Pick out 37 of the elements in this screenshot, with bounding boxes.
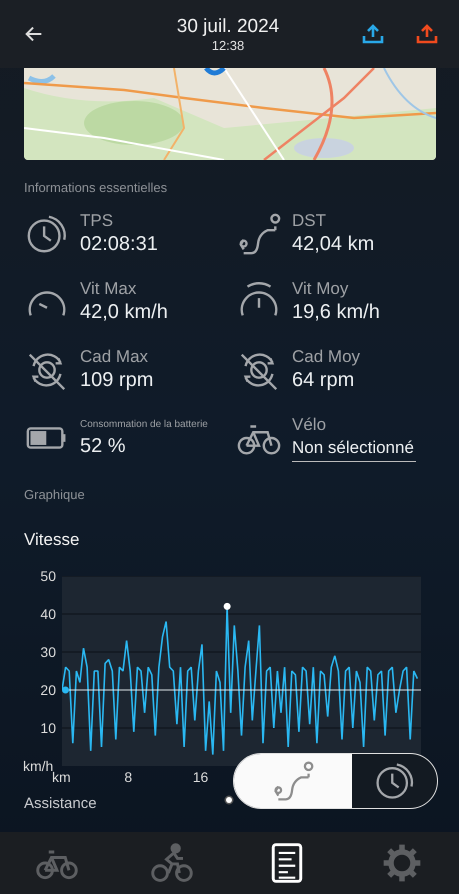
- max-marker: [224, 602, 231, 610]
- stat-value: 42,0 km/h: [80, 300, 168, 325]
- section-title: Graphique: [24, 487, 86, 502]
- stat-value: 19,6 km/h: [292, 300, 380, 325]
- stat-label: TPS: [80, 211, 114, 231]
- time-subtitle: 12:38: [212, 38, 244, 52]
- upload-icon[interactable]: [361, 22, 385, 46]
- bike-selector[interactable]: Non sélectionné: [292, 434, 416, 462]
- stat-value: 109 rpm: [80, 368, 154, 393]
- cyclist-icon[interactable]: [150, 841, 194, 885]
- date-title: 30 juil. 2024: [176, 16, 280, 38]
- stat-label: Vit Max: [80, 279, 138, 299]
- stat-label: Vélo: [292, 414, 328, 434]
- y-axis-label: 40: [39, 605, 56, 624]
- stat-value: 02:08:31: [80, 232, 158, 257]
- stat-label: Consommation de la batterie: [80, 418, 208, 432]
- chart-title: Vitesse: [24, 530, 80, 550]
- stat-value: 52 %: [80, 434, 127, 459]
- section-title: Assistance: [24, 795, 97, 812]
- stat-label: Cad Moy: [292, 347, 360, 367]
- stat-value: 42,04 km: [292, 232, 374, 257]
- y-axis-label: 30: [39, 643, 56, 662]
- page-indicator: [226, 797, 232, 803]
- stat-value: 64 rpm: [292, 368, 356, 393]
- stat-label: Vit Moy: [292, 279, 350, 299]
- start-marker: [62, 686, 69, 694]
- stat-label: DST: [292, 211, 327, 231]
- mode-option[interactable]: [234, 754, 352, 808]
- x-axis-label: 16: [192, 769, 208, 785]
- x-axis-label: 8: [124, 769, 132, 785]
- y-axis-label: 50: [39, 567, 56, 586]
- stat-label: Cad Max: [80, 347, 150, 367]
- upload-icon[interactable]: [415, 22, 439, 46]
- y-axis-label: 20: [39, 681, 56, 700]
- section-title: Informations essentielles: [24, 180, 168, 195]
- x-axis-label: km: [52, 769, 71, 785]
- y-axis-label: 10: [39, 719, 56, 738]
